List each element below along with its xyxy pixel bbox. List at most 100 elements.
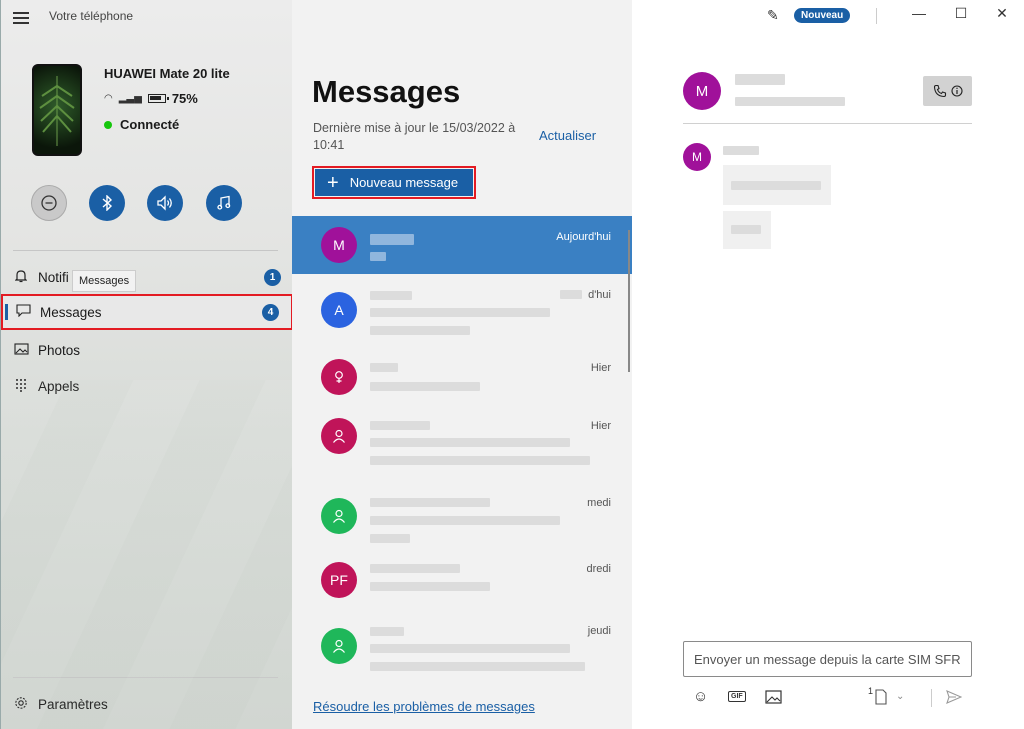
gif-icon[interactable]: GIF <box>728 691 746 702</box>
person-pin-icon <box>335 371 343 383</box>
blurred-contact-name <box>370 291 412 300</box>
nav-settings-label: Paramètres <box>38 696 108 712</box>
conversation-time: jeudi <box>587 625 611 637</box>
nav-item-calls[interactable]: Appels <box>1 368 293 404</box>
nav-messages-label: Messages <box>40 304 102 320</box>
call-info-button[interactable] <box>923 76 972 106</box>
message-compose-input[interactable]: Envoyer un message depuis la carte SIM S… <box>683 641 972 677</box>
blurred-preview <box>370 516 560 525</box>
conversation-item[interactable]: PF dredi <box>292 558 632 616</box>
nav-item-photos[interactable]: Photos <box>1 332 293 368</box>
music-button[interactable] <box>206 185 242 221</box>
message-bubble <box>723 211 771 249</box>
scrollbar[interactable] <box>628 230 630 372</box>
troubleshoot-link[interactable]: Résoudre les problèmes de messages <box>313 699 535 714</box>
app-title: Votre téléphone <box>49 9 134 23</box>
phone-image <box>32 64 82 156</box>
conversation-item[interactable]: Hier <box>292 348 632 408</box>
contact-avatar: A <box>321 292 357 328</box>
nav-item-notifications[interactable]: Notifi 1 <box>1 259 293 295</box>
messages-tooltip: Messages <box>72 270 137 292</box>
contact-avatar: M <box>321 227 357 263</box>
new-message-label: Nouveau message <box>349 175 459 190</box>
send-icon[interactable] <box>946 690 963 708</box>
blurred-contact-name <box>370 363 398 372</box>
message-bubble <box>723 165 831 205</box>
music-note-icon <box>217 195 231 210</box>
divider <box>931 689 932 707</box>
maximize-icon[interactable]: ☐ <box>951 5 971 22</box>
magic-wand-icon[interactable]: ✎ <box>767 7 779 24</box>
contact-avatar <box>321 498 357 534</box>
blurred-contact-name <box>735 74 785 85</box>
contact-avatar: PF <box>321 562 357 598</box>
divider <box>13 250 278 251</box>
emoji-icon[interactable]: ☺ <box>693 688 708 705</box>
conversation-time: d'hui <box>588 289 611 301</box>
blurred-preview <box>370 662 585 671</box>
nav-item-messages[interactable]: Messages 4 <box>1 294 293 330</box>
connection-status: Connecté <box>104 117 179 132</box>
blurred-phone-number <box>735 97 845 106</box>
photos-icon <box>11 342 31 358</box>
signal-icon: ▂▃▅ <box>118 93 142 104</box>
conversation-item[interactable]: jeudi <box>292 616 632 686</box>
plus-icon: + <box>327 171 339 194</box>
hamburger-menu-icon[interactable] <box>13 12 29 24</box>
blurred-preview <box>370 582 490 591</box>
conversation-time: dredi <box>586 563 611 575</box>
conversation-item[interactable]: medi <box>292 480 632 558</box>
conversation-time: medi <box>587 497 611 509</box>
left-pane: Votre téléphone HUAWEI Mate 20 lite ◠ ▂▃… <box>0 0 293 729</box>
new-feature-badge[interactable]: Nouveau <box>794 8 851 23</box>
conversation-time: Hier <box>590 362 611 374</box>
conversation-time: Hier <box>590 420 611 432</box>
page-title: Messages <box>312 74 461 109</box>
blurred-contact-name <box>370 564 460 573</box>
nav-notifications-label: Notifi <box>38 269 69 285</box>
blurred-preview <box>370 438 570 447</box>
volume-button[interactable] <box>147 185 183 221</box>
battery-level: 75% <box>171 91 198 106</box>
blurred-message-text <box>731 225 761 234</box>
conversation-item[interactable]: M Aujourd'hui <box>292 216 632 274</box>
blurred-preview <box>370 644 570 653</box>
person-icon <box>333 509 345 523</box>
device-status-row: ◠ ▂▃▅ 75% <box>104 91 198 106</box>
nav-photos-label: Photos <box>38 342 81 358</box>
notifications-badge: 1 <box>264 268 281 286</box>
blurred-time-prefix <box>560 290 582 299</box>
divider <box>13 677 278 678</box>
conversation-time: Aujourd'hui <box>556 231 611 243</box>
blurred-contact-name <box>370 421 430 430</box>
conversation-list: M Aujourd'hui A d'hui Hier Hier medi PF … <box>292 216 632 686</box>
contact-avatar <box>321 359 357 395</box>
info-icon <box>950 85 963 97</box>
new-message-button[interactable]: + Nouveau message <box>312 166 476 199</box>
conversation-item[interactable]: A d'hui <box>292 274 632 348</box>
messages-pane: Messages Dernière mise à jour le 15/03/2… <box>292 0 632 729</box>
blurred-contact-name <box>370 234 414 245</box>
sim-number: 1 <box>868 686 874 696</box>
wifi-icon: ◠ <box>104 93 113 104</box>
do-not-disturb-button[interactable] <box>31 185 67 221</box>
image-icon[interactable] <box>765 690 782 708</box>
battery-icon <box>147 94 169 103</box>
blurred-sender-name <box>723 146 759 155</box>
blurred-message-text <box>731 181 821 190</box>
chat-bubble-icon <box>13 304 33 320</box>
phone-icon <box>933 84 946 98</box>
conversation-item[interactable]: Hier <box>292 408 632 480</box>
messages-badge: 4 <box>262 303 279 321</box>
chevron-down-icon[interactable]: ⌄ <box>896 691 904 702</box>
close-icon[interactable]: ✕ <box>992 5 1012 22</box>
sim-card-icon[interactable] <box>875 689 887 709</box>
blurred-preview <box>370 326 470 335</box>
minimize-icon[interactable]: — <box>909 5 929 21</box>
bluetooth-button[interactable] <box>89 185 125 221</box>
bluetooth-icon <box>102 195 113 211</box>
bell-icon <box>11 269 31 286</box>
refresh-link[interactable]: Actualiser <box>539 128 596 143</box>
nav-calls-label: Appels <box>38 378 80 394</box>
nav-item-settings[interactable]: Paramètres <box>1 686 293 722</box>
